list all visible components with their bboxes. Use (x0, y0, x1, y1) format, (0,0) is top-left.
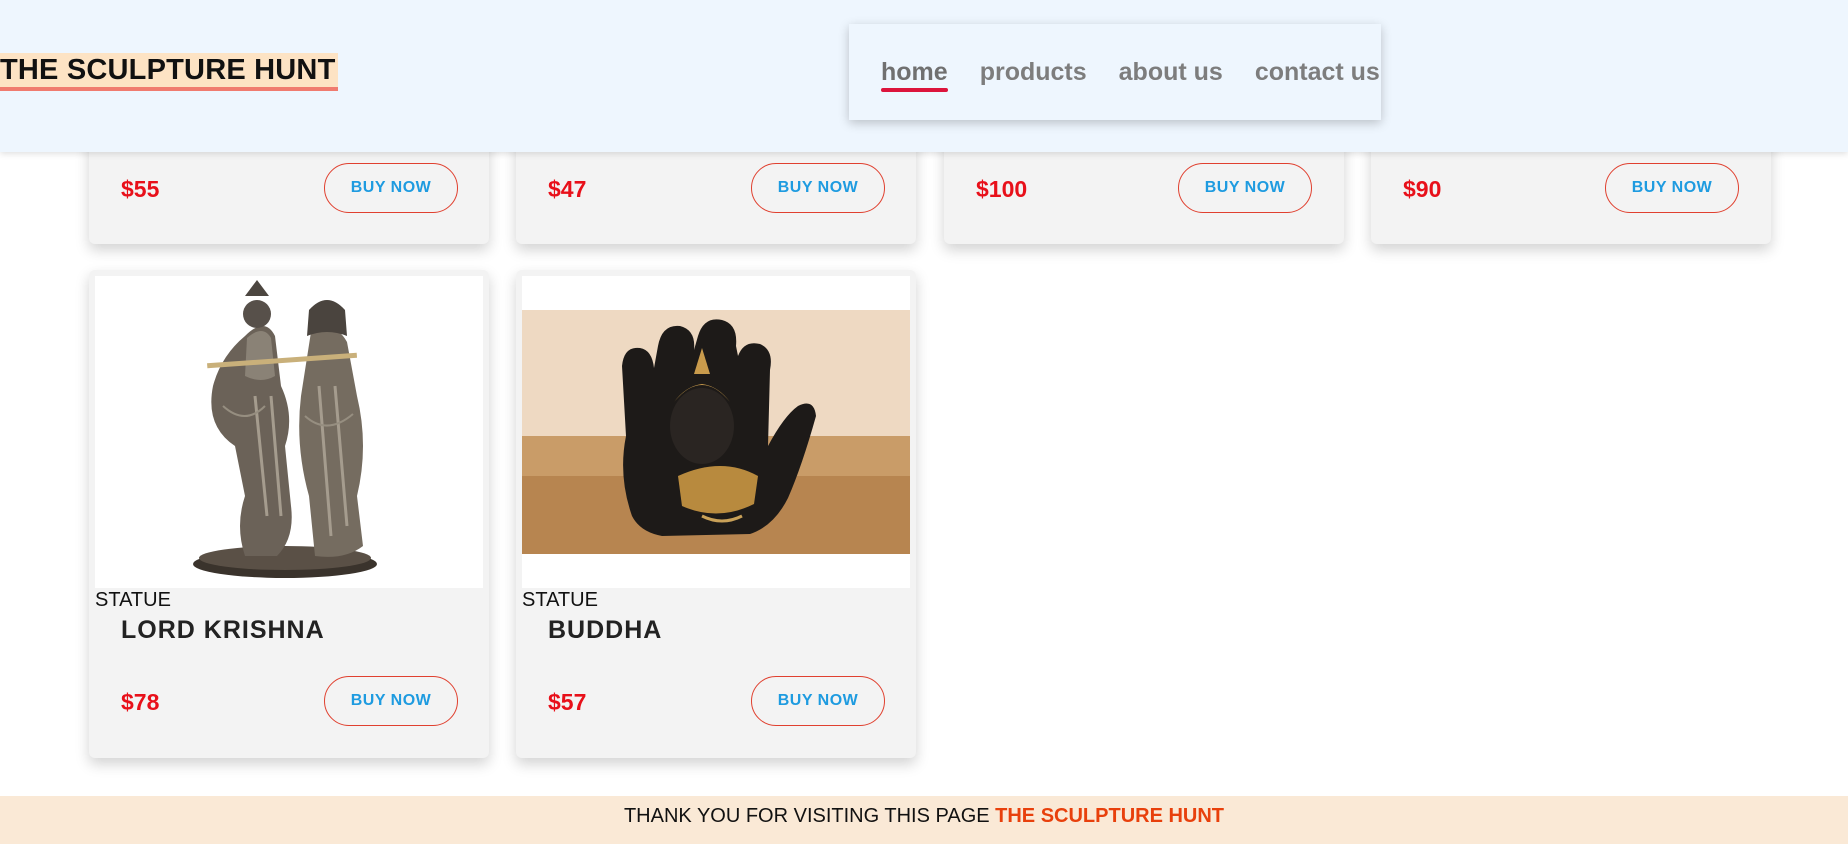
buy-now-button[interactable]: BUY NOW (1605, 163, 1739, 213)
product-price: $100 (976, 176, 1028, 202)
footer-text: THANK YOU FOR VISITING THIS PAGE (623, 805, 996, 827)
main-nav: home products about us contact us (849, 24, 1381, 120)
nav-products[interactable]: products (980, 58, 1087, 86)
product-category: STATUE (95, 589, 171, 611)
product-price: $78 (121, 689, 160, 715)
product-image[interactable] (522, 276, 910, 588)
product-name: LORD KRISHNA (121, 616, 325, 644)
product-card-lord-krishna: STATUE LORD KRISHNA $78 BUY NOW (89, 270, 489, 758)
buy-now-button[interactable]: BUY NOW (324, 163, 458, 213)
site-logo[interactable]: THE SCULPTURE HUNT (0, 53, 338, 91)
nav-about-us[interactable]: about us (1119, 58, 1223, 86)
product-price: $57 (548, 689, 587, 715)
nav-home[interactable]: home (881, 58, 948, 92)
product-name: BUDDHA (548, 616, 663, 644)
product-card-buddha: STATUE BUDDHA $57 BUY NOW (516, 270, 916, 758)
product-price: $47 (548, 176, 587, 202)
buy-now-button[interactable]: BUY NOW (1178, 163, 1312, 213)
buy-now-button[interactable]: BUY NOW (751, 676, 885, 726)
nav-contact-us[interactable]: contact us (1255, 58, 1380, 86)
buddha-hand-statue-image (522, 276, 910, 588)
krishna-statue-image (95, 276, 483, 588)
site-footer: THANK YOU FOR VISITING THIS PAGE THE SCU… (0, 796, 1848, 844)
buy-now-button[interactable]: BUY NOW (751, 163, 885, 213)
product-price: $90 (1403, 176, 1442, 202)
buy-now-button[interactable]: BUY NOW (324, 676, 458, 726)
product-image[interactable] (95, 276, 483, 588)
footer-brand: THE SCULPTURE HUNT (995, 805, 1225, 827)
site-header: THE SCULPTURE HUNT home products about u… (0, 0, 1848, 152)
product-category: STATUE (522, 589, 598, 611)
product-price: $55 (121, 176, 160, 202)
